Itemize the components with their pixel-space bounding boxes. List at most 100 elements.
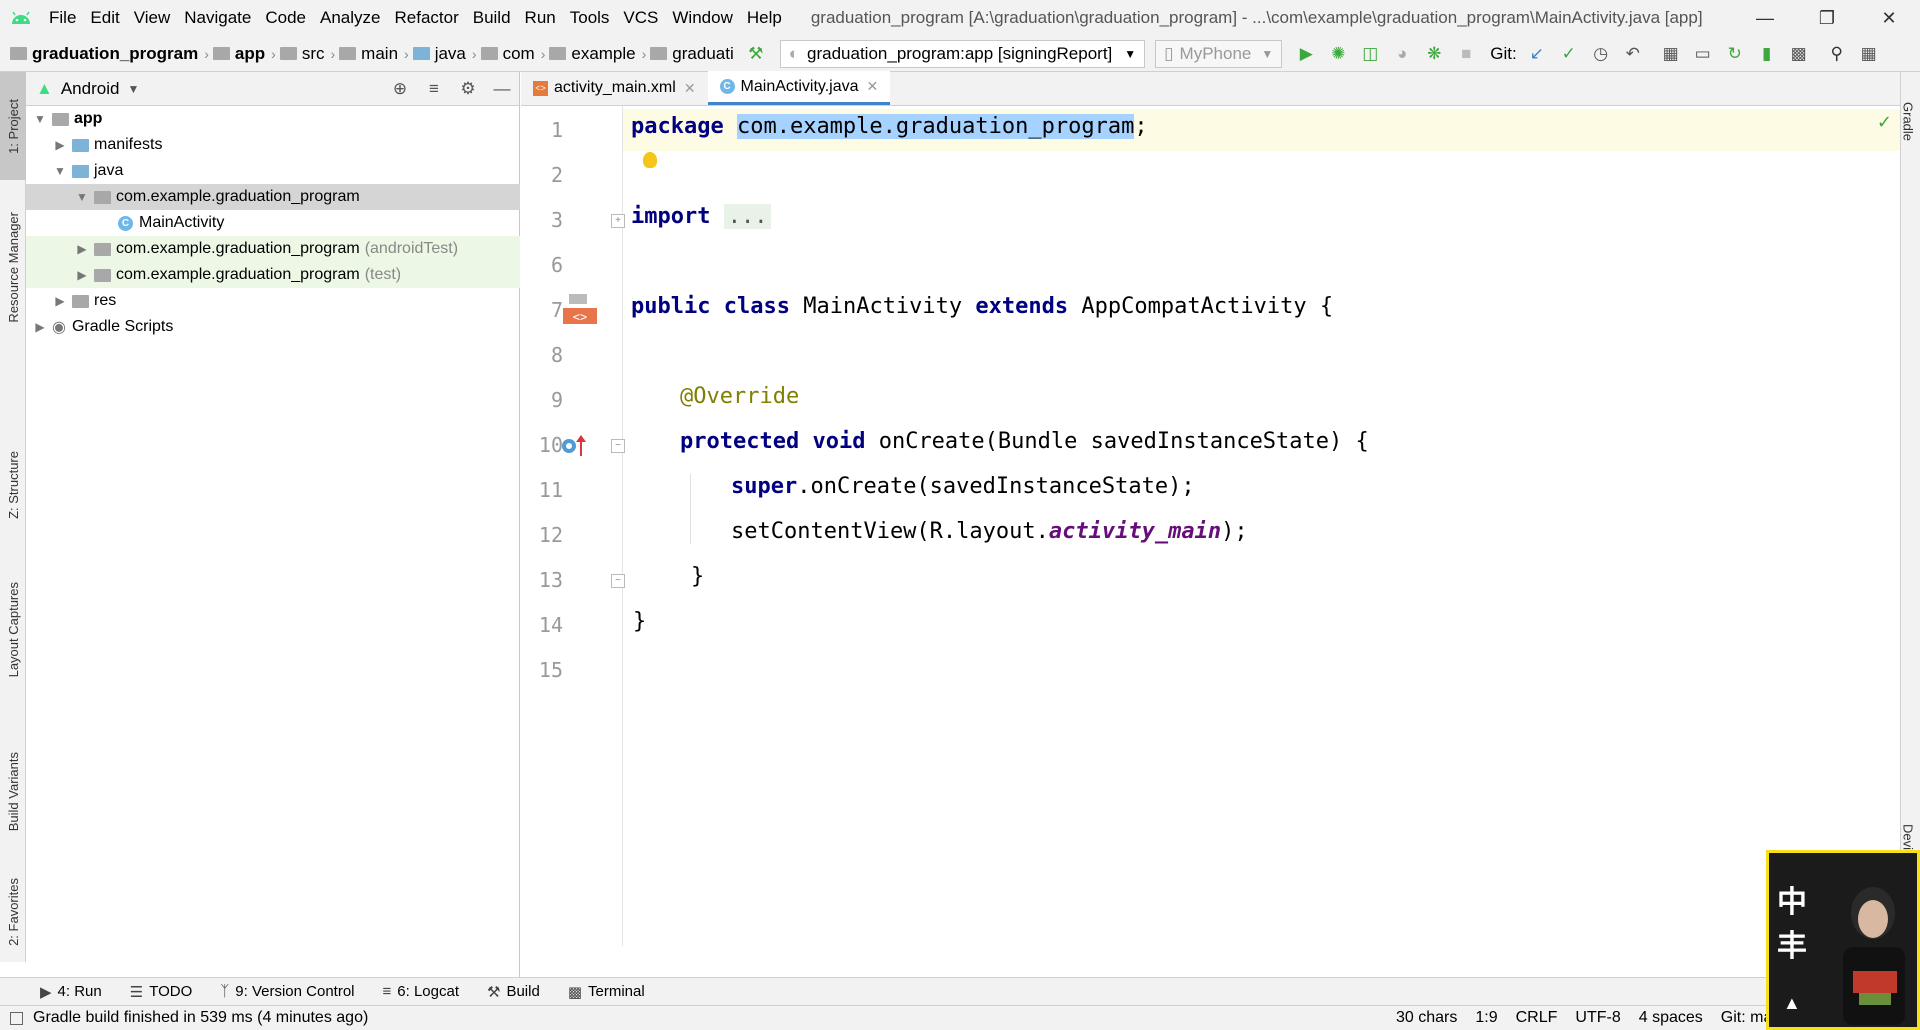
fold-end-icon[interactable]: − (611, 574, 625, 588)
menu-refactor[interactable]: Refactor (387, 0, 465, 36)
avd-manager-icon[interactable]: ▭ (1687, 36, 1719, 72)
tool-tab-favorites[interactable]: 2: Favorites (0, 862, 26, 962)
line-separator[interactable]: CRLF (1516, 1009, 1558, 1027)
git-update-icon[interactable]: ↙ (1521, 36, 1553, 72)
project-structure-icon[interactable]: ▦ (1655, 36, 1687, 72)
tree-item-main-package[interactable]: ▼ com.example.graduation_program (26, 184, 520, 210)
fold-expand-icon[interactable]: + (611, 214, 625, 228)
breadcrumb-project[interactable]: graduation_program (10, 44, 198, 64)
menu-tools[interactable]: Tools (563, 0, 617, 36)
run-coverage-icon[interactable]: ◫ (1354, 36, 1386, 72)
tree-item-app[interactable]: ▼ app (26, 106, 520, 132)
tool-logcat[interactable]: ≡ 6: Logcat (383, 983, 459, 1000)
override-method-icon[interactable] (561, 432, 591, 462)
breadcrumb-example[interactable]: example (549, 44, 636, 64)
git-commit-check-icon[interactable]: ✓ (1553, 36, 1585, 72)
menu-code[interactable]: Code (258, 0, 313, 36)
breadcrumb-main[interactable]: main (339, 44, 398, 64)
expanded-arrow-icon[interactable]: ▼ (52, 164, 68, 178)
code-editor[interactable]: 1 2 3 6 7 8 9 10 11 12 13 14 15 <> + − −… (521, 106, 1900, 946)
collapsed-arrow-icon[interactable]: ▶ (52, 294, 68, 308)
tool-todo[interactable]: ☰ TODO (130, 983, 193, 1001)
menu-navigate[interactable]: Navigate (177, 0, 258, 36)
fold-collapse-icon[interactable]: − (611, 439, 625, 453)
search-icon[interactable]: ⚲ (1821, 36, 1853, 72)
folded-imports[interactable]: ... (723, 204, 772, 229)
tree-item-java[interactable]: ▼ java (26, 158, 520, 184)
right-tool-stripe: Gradle Devi (1900, 72, 1920, 962)
code-line-9: @Override (680, 384, 799, 409)
menu-window[interactable]: Window (665, 0, 739, 36)
file-encoding[interactable]: UTF-8 (1575, 1009, 1620, 1027)
sdk-manager-icon[interactable]: ▩ (1783, 36, 1815, 72)
project-view-select[interactable]: Android (61, 79, 120, 99)
breadcrumb-com[interactable]: com (480, 44, 535, 64)
settings-icon[interactable]: ▦ (1853, 36, 1885, 72)
breadcrumb-java[interactable]: java (412, 44, 466, 64)
profile-icon[interactable]: ◕ (1386, 36, 1418, 72)
debug-bug-icon[interactable]: ✺ (1322, 36, 1354, 72)
menu-build[interactable]: Build (466, 0, 518, 36)
breadcrumb-app[interactable]: app (212, 44, 265, 64)
collapse-all-icon[interactable]: ≡ (417, 79, 451, 99)
make-project-hammer-icon[interactable]: ⚒ (740, 36, 772, 72)
tool-terminal[interactable]: ▩ Terminal (568, 983, 645, 1001)
intention-bulb-icon[interactable] (643, 152, 657, 168)
tree-item-res[interactable]: ▶ res (26, 288, 520, 314)
tree-item-manifests[interactable]: ▶ manifests (26, 132, 520, 158)
caret-position[interactable]: 1:9 (1475, 1009, 1497, 1027)
locate-target-icon[interactable]: ⊕ (383, 79, 417, 99)
tool-version-control[interactable]: ᛉ 9: Version Control (220, 983, 354, 1000)
tool-tab-build-variants[interactable]: Build Variants (0, 732, 26, 852)
collapsed-arrow-icon[interactable]: ▶ (74, 268, 90, 282)
collapsed-arrow-icon[interactable]: ▶ (32, 320, 48, 334)
chevron-down-icon[interactable]: ▼ (127, 82, 139, 96)
menu-run[interactable]: Run (518, 0, 563, 36)
expanded-arrow-icon[interactable]: ▼ (32, 112, 48, 126)
git-rollback-icon[interactable]: ↶ (1617, 36, 1649, 72)
run-play-icon[interactable]: ▶ (1290, 36, 1322, 72)
floating-avatar-widget[interactable]: 中丰 ▲ (1766, 850, 1920, 1030)
tab-activity-main-xml[interactable]: <> activity_main.xml ✕ (521, 71, 708, 105)
run-configuration-select[interactable]: ◐ graduation_program:app [signingReport]… (779, 39, 1146, 68)
sync-gradle-icon[interactable]: ↻ (1719, 36, 1751, 72)
collapsed-arrow-icon[interactable]: ▶ (52, 138, 68, 152)
tool-tab-gradle[interactable]: Gradle (1898, 82, 1918, 162)
tab-mainactivity-java[interactable]: C MainActivity.java ✕ (707, 71, 891, 105)
tree-item-gradle-scripts[interactable]: ▶ ◉ Gradle Scripts (26, 314, 520, 340)
restore-icon[interactable]: ❐ (1796, 0, 1858, 36)
indent-setting[interactable]: 4 spaces (1639, 1009, 1703, 1027)
close-tab-icon[interactable]: ✕ (867, 78, 879, 95)
menu-file[interactable]: File (42, 0, 83, 36)
minimize-icon[interactable]: — (1734, 0, 1796, 36)
tool-tab-structure[interactable]: Z: Structure (0, 427, 26, 542)
tool-build[interactable]: ⚒ Build (487, 983, 540, 1001)
close-icon[interactable]: ✕ (1858, 0, 1920, 36)
git-history-clock-icon[interactable]: ◷ (1585, 36, 1617, 72)
menu-edit[interactable]: Edit (83, 0, 126, 36)
menu-vcs[interactable]: VCS (616, 0, 665, 36)
tree-item-mainactivity[interactable]: C MainActivity (26, 210, 520, 236)
layout-preview-icon[interactable]: <> (563, 292, 597, 326)
tree-item-test-package[interactable]: ▶ com.example.graduation_program (test) (26, 262, 520, 288)
menu-analyze[interactable]: Analyze (313, 0, 387, 36)
hide-panel-icon[interactable]: — (485, 79, 519, 99)
device-select[interactable]: ▯ MyPhone ▼ (1155, 39, 1283, 68)
device-manager-icon[interactable]: ▮ (1751, 36, 1783, 72)
tool-tab-project[interactable]: 1: Project (0, 72, 26, 180)
breadcrumb-graduation[interactable]: graduati (650, 44, 734, 64)
menu-help[interactable]: Help (740, 0, 789, 36)
close-tab-icon[interactable]: ✕ (684, 80, 696, 97)
stop-icon[interactable]: ■ (1450, 36, 1482, 72)
tool-run[interactable]: ▶ 4: Run (40, 983, 102, 1001)
expanded-arrow-icon[interactable]: ▼ (74, 190, 90, 204)
menu-view[interactable]: View (127, 0, 178, 36)
tool-tab-resource-manager[interactable]: Resource Manager (0, 192, 26, 342)
gear-icon[interactable]: ⚙ (451, 79, 485, 99)
status-message[interactable]: Gradle build finished in 539 ms (4 minut… (10, 1009, 368, 1027)
attach-debugger-icon[interactable]: ❋ (1418, 36, 1450, 72)
tool-tab-layout-captures[interactable]: Layout Captures (0, 562, 26, 697)
tree-item-android-test-package[interactable]: ▶ com.example.graduation_program (androi… (26, 236, 520, 262)
collapsed-arrow-icon[interactable]: ▶ (74, 242, 90, 256)
breadcrumb-src[interactable]: src (279, 44, 325, 64)
